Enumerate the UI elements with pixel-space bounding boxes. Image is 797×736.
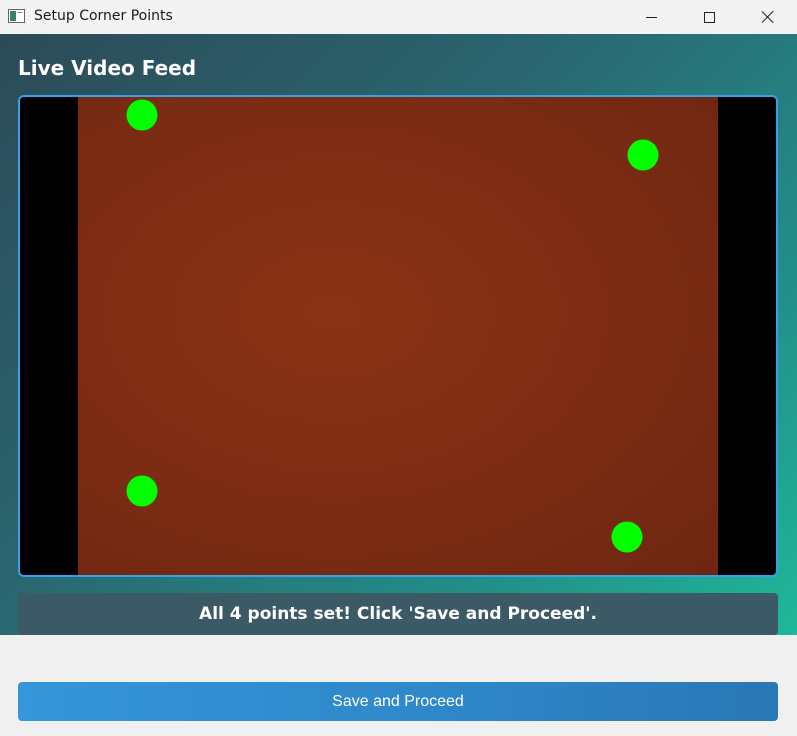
minimize-button[interactable] — [622, 0, 680, 34]
corner-point-4[interactable] — [611, 521, 643, 553]
minimize-icon — [645, 16, 657, 18]
title-bar: Setup Corner Points — [0, 0, 797, 34]
close-icon — [761, 10, 775, 24]
save-and-proceed-button[interactable]: Save and Proceed — [18, 682, 778, 721]
save-button-label: Save and Proceed — [332, 692, 464, 710]
maximize-button[interactable] — [680, 0, 738, 34]
corner-point-1[interactable] — [126, 99, 158, 131]
close-button[interactable] — [739, 0, 797, 34]
status-bar: All 4 points set! Click 'Save and Procee… — [18, 593, 778, 635]
status-message: All 4 points set! Click 'Save and Procee… — [199, 604, 597, 624]
window-title: Setup Corner Points — [34, 8, 173, 24]
corner-point-3[interactable] — [126, 475, 158, 507]
section-title: Live Video Feed — [18, 56, 197, 80]
maximize-icon — [703, 11, 715, 23]
video-panel: Live Video Feed All 4 points set! Click … — [0, 34, 797, 635]
app-window-icon — [8, 9, 25, 23]
corner-point-2[interactable] — [627, 139, 659, 171]
video-image[interactable] — [78, 97, 718, 575]
video-feed[interactable] — [18, 95, 778, 577]
